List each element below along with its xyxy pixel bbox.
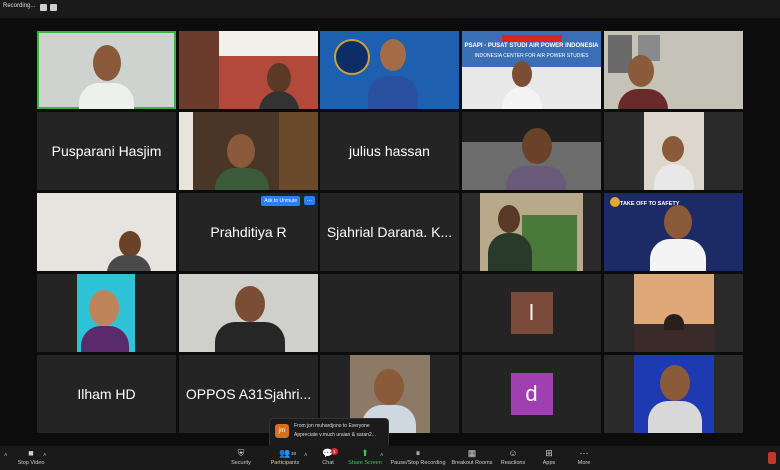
participant-tile-20[interactable]	[604, 274, 743, 352]
pause-recording-icon[interactable]	[40, 4, 47, 11]
video-camera-icon: ■	[28, 448, 34, 458]
participants-button[interactable]: 👥 Participants	[266, 448, 304, 467]
participant-tile-12[interactable]: Ask to Unmute ... Prahditiya R	[179, 193, 318, 271]
recording-bar: Recording...	[0, 0, 780, 18]
apps-icon: ⊞	[545, 448, 553, 458]
participant-tile-13[interactable]: Sjahrial Darana. K...	[320, 193, 459, 271]
security-button[interactable]: ⛨ Security	[226, 448, 256, 467]
breakout-rooms-icon: ▦	[467, 448, 477, 458]
participant-avatar: d	[510, 373, 553, 415]
chat-sender: From jon muhardjono to Everyone	[294, 423, 370, 429]
video-grid: PSAPI - PUSAT STUDI AIR POWER INDONESIA …	[37, 31, 743, 434]
participant-tile-21[interactable]: Ilham HD	[37, 355, 176, 433]
participant-tile-19[interactable]: l	[462, 274, 601, 352]
participant-name: Pusparani Hasjim	[51, 143, 162, 159]
participant-tile-24[interactable]: d	[462, 355, 601, 433]
more-button[interactable]: ⋯ More	[574, 448, 594, 467]
participant-tile-18[interactable]	[320, 274, 459, 352]
stop-recording-icon[interactable]	[50, 4, 57, 11]
participant-tile-15[interactable]: TAKE OFF TO SAFETY	[604, 193, 743, 271]
sender-avatar: jm	[275, 424, 289, 438]
chat-badge: 1	[331, 448, 338, 455]
ask-to-unmute-button[interactable]: Ask to Unmute	[261, 196, 300, 206]
chevron-up-icon[interactable]: ˄	[4, 453, 8, 459]
share-screen-button[interactable]: ⬆ Share Screen	[345, 448, 385, 467]
participant-name: julius hassan	[349, 143, 430, 159]
participant-tile-11[interactable]	[37, 193, 176, 271]
participant-tile-2[interactable]	[179, 31, 318, 109]
participant-tile-8[interactable]: julius hassan	[320, 112, 459, 190]
meeting-toolbar: ˄ ■ Stop Video ˄ ⛨ Security 👥 Participan…	[0, 446, 780, 470]
smiley-icon: ☺	[508, 448, 518, 458]
chevron-up-icon[interactable]: ˄	[43, 453, 47, 459]
participant-tile-1[interactable]	[37, 31, 176, 109]
chevron-up-icon[interactable]: ˄	[380, 453, 384, 459]
participant-name: Ilham HD	[77, 386, 136, 402]
participant-tile-10[interactable]	[604, 112, 743, 190]
participants-icon: 👥	[279, 448, 291, 458]
participant-tile-7[interactable]	[179, 112, 318, 190]
breakout-rooms-button[interactable]: ▦ Breakout Rooms	[450, 448, 494, 467]
participant-avatar: l	[510, 292, 553, 334]
participant-name: Sjahrial Darana. K...	[326, 224, 453, 240]
participant-tile-5[interactable]	[604, 31, 743, 109]
participant-tile-6[interactable]: Pusparani Hasjim	[37, 112, 176, 190]
share-screen-icon: ⬆	[361, 448, 369, 458]
participant-tile-14[interactable]	[462, 193, 601, 271]
chat-notification[interactable]: jm From jon muhardjono to Everyone Appre…	[269, 418, 389, 448]
recording-label: Recording...	[3, 3, 36, 9]
chat-message: Appreciate v.much uraian & saran2...	[294, 432, 376, 438]
more-options-button[interactable]: ...	[304, 196, 315, 205]
shield-icon: ⛨	[237, 448, 245, 458]
apps-button[interactable]: ⊞ Apps	[538, 448, 560, 467]
participant-name: OPPOS A31Sjahri...	[185, 386, 312, 402]
participant-tile-3[interactable]	[320, 31, 459, 109]
participant-tile-16[interactable]	[37, 274, 176, 352]
participant-tile-25[interactable]	[604, 355, 743, 433]
participant-tile-17[interactable]	[179, 274, 318, 352]
pause-stop-recording-button[interactable]: ⏸ Pause/Stop Recording	[389, 448, 447, 467]
chevron-up-icon[interactable]: ˄	[304, 453, 308, 459]
end-meeting-button[interactable]	[768, 452, 776, 464]
more-icon: ⋯	[579, 448, 589, 458]
participants-count: 38	[291, 451, 297, 456]
pause-stop-icon: ⏸	[415, 448, 421, 458]
participant-tile-4[interactable]: PSAPI - PUSAT STUDI AIR POWER INDONESIA …	[462, 31, 601, 109]
participant-tile-9[interactable]	[462, 112, 601, 190]
reactions-button[interactable]: ☺ Reactions	[499, 448, 527, 467]
participant-name: Prahditiya R	[210, 224, 287, 240]
